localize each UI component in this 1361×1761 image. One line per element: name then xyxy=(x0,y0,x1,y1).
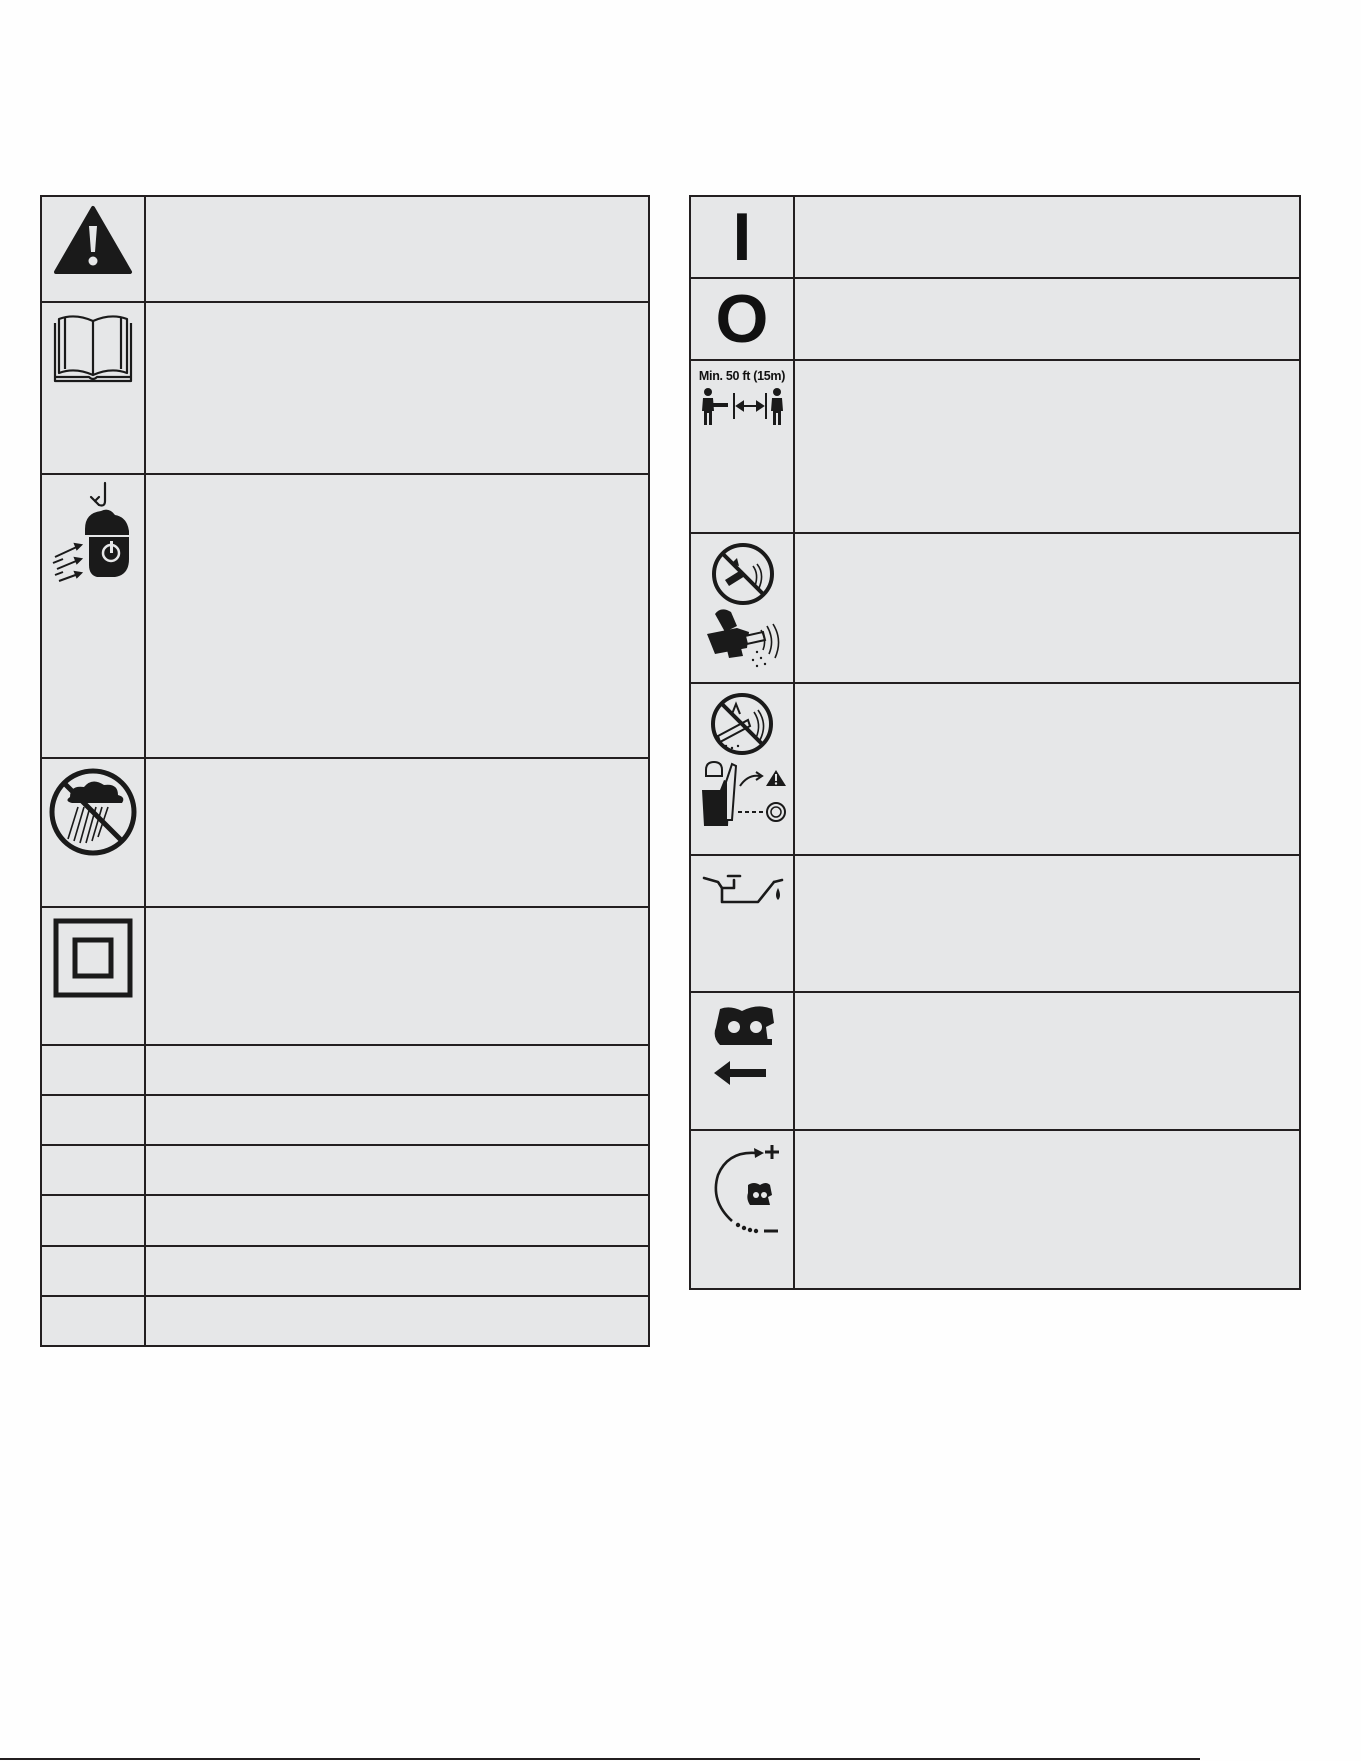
table-row xyxy=(689,682,1301,856)
table-row: O xyxy=(689,277,1301,361)
description-cell xyxy=(793,359,1301,534)
table-row xyxy=(689,991,1301,1131)
icon-cell xyxy=(40,1094,146,1146)
icon-cell xyxy=(40,1194,146,1247)
description-cell xyxy=(144,1144,650,1196)
icon-cell xyxy=(40,195,146,303)
description-cell xyxy=(144,1094,650,1146)
table-row xyxy=(689,532,1301,684)
safety-alert-icon xyxy=(54,206,132,274)
table-row xyxy=(40,1094,650,1146)
symbols-table-right: I O Min. 50 ft (15m) xyxy=(689,195,1301,1290)
table-row xyxy=(40,1144,650,1196)
description-cell xyxy=(793,195,1301,279)
off-symbol-icon: O xyxy=(715,281,769,357)
description-cell xyxy=(793,854,1301,993)
description-cell xyxy=(144,906,650,1046)
kickback-tip-contact-icon xyxy=(707,543,780,668)
icon-cell xyxy=(689,682,795,856)
table-row xyxy=(40,195,650,303)
icon-cell xyxy=(689,1129,795,1290)
icon-cell xyxy=(40,1144,146,1196)
icon-cell xyxy=(40,301,146,475)
kickback-pinch-icon xyxy=(702,693,786,826)
description-cell xyxy=(144,1194,650,1247)
icon-cell xyxy=(689,991,795,1131)
distance-label: Min. 50 ft (15m) xyxy=(698,369,786,383)
table-row xyxy=(40,1295,650,1347)
description-cell xyxy=(144,1295,650,1347)
description-cell xyxy=(793,682,1301,856)
description-cell xyxy=(144,301,650,475)
table-row xyxy=(40,1245,650,1297)
icon-cell: Min. 50 ft (15m) xyxy=(689,359,795,534)
description-cell xyxy=(793,991,1301,1131)
icon-cell xyxy=(40,1295,146,1347)
no-rain-icon xyxy=(49,768,137,856)
table-row xyxy=(40,906,650,1046)
on-symbol-icon: I xyxy=(732,199,752,275)
description-cell xyxy=(793,277,1301,361)
description-cell xyxy=(144,1245,650,1297)
table-row: I xyxy=(689,195,1301,279)
table-row xyxy=(689,854,1301,993)
description-cell xyxy=(144,473,650,759)
icon-cell: O xyxy=(689,277,795,361)
icon-cell: I xyxy=(689,195,795,279)
table-row xyxy=(40,473,650,759)
icon-cell xyxy=(40,1044,146,1096)
table-row xyxy=(40,1044,650,1096)
icon-cell xyxy=(689,854,795,993)
table-row xyxy=(40,757,650,908)
symbols-table-left xyxy=(40,195,650,1347)
description-cell xyxy=(144,757,650,908)
table-row xyxy=(40,301,650,475)
double-insulation-icon xyxy=(53,918,133,998)
eye-ear-head-protection-icon xyxy=(52,481,129,582)
table-row: Min. 50 ft (15m) xyxy=(689,359,1301,534)
icon-cell xyxy=(40,1245,146,1297)
bystander-distance-icon xyxy=(702,388,783,425)
table-row xyxy=(40,1194,650,1247)
oil-can-icon xyxy=(702,874,784,904)
description-cell xyxy=(144,195,650,303)
description-cell xyxy=(793,1129,1301,1290)
description-cell xyxy=(144,1044,650,1096)
page-bottom-rule xyxy=(0,1758,1200,1760)
table-row xyxy=(689,1129,1301,1290)
icon-cell xyxy=(40,473,146,759)
chain-direction-icon xyxy=(714,1006,774,1085)
read-manual-icon xyxy=(53,315,133,383)
chain-tension-icon xyxy=(714,1145,779,1234)
icon-cell xyxy=(689,532,795,684)
icon-cell xyxy=(40,757,146,908)
icon-cell xyxy=(40,906,146,1046)
description-cell xyxy=(793,532,1301,684)
